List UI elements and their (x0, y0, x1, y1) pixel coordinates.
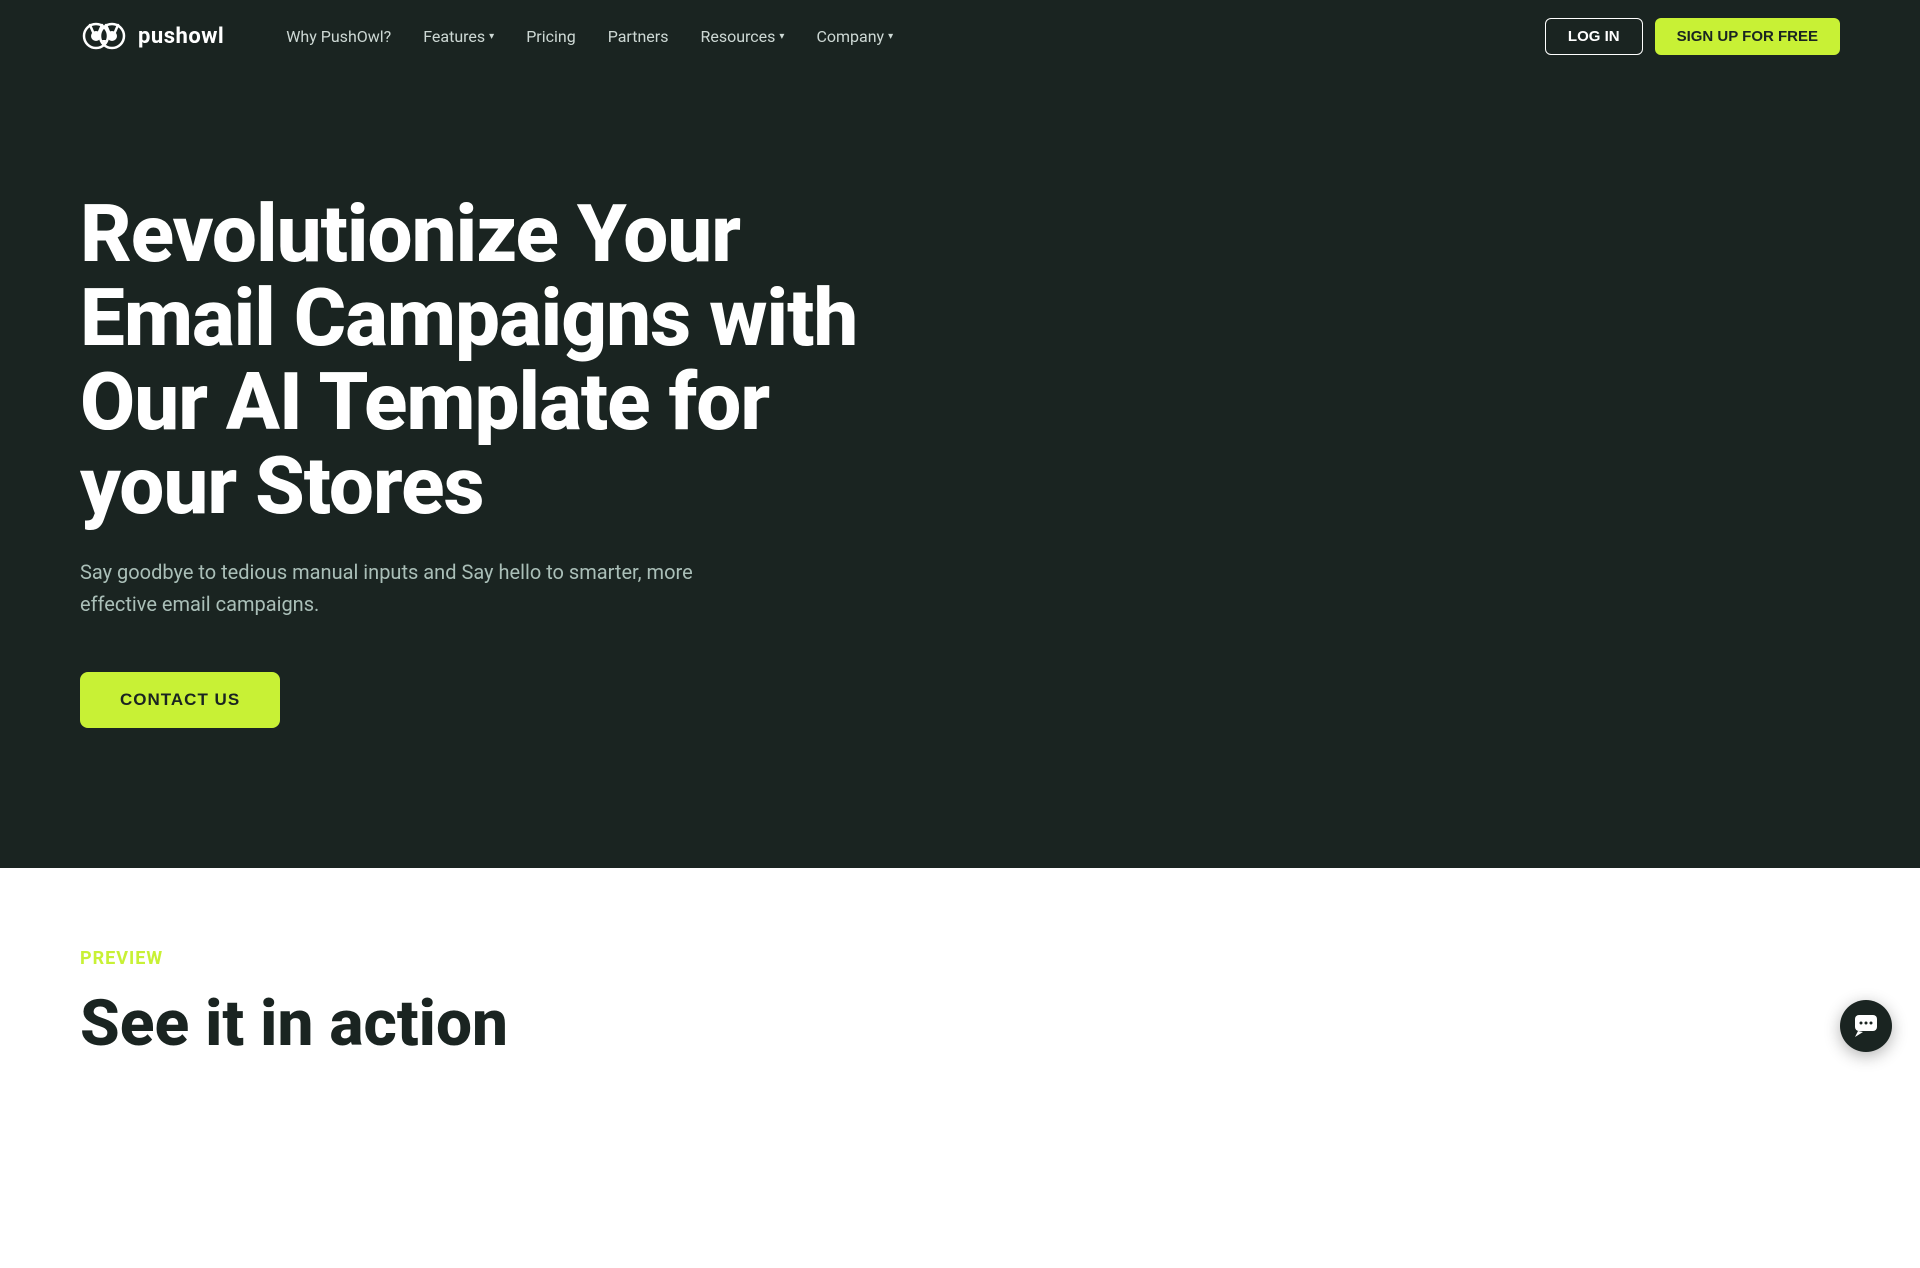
navbar-left: pushowl Why PushOwl? Features ▾ Pricing … (80, 18, 907, 54)
hero-content: Revolutionize Your Email Campaigns with … (80, 192, 900, 728)
nav-resources[interactable]: Resources ▾ (686, 19, 798, 54)
login-button[interactable]: LOG IN (1545, 18, 1643, 55)
preview-section: PREVIEW See it in action (0, 868, 1920, 1268)
logo[interactable]: pushowl (80, 18, 224, 54)
nav-links: Why PushOwl? Features ▾ Pricing Partners… (272, 19, 907, 54)
nav-company[interactable]: Company ▾ (802, 19, 907, 54)
resources-chevron-icon: ▾ (779, 31, 784, 42)
nav-partners[interactable]: Partners (594, 19, 683, 54)
signup-button[interactable]: SIGN UP FOR FREE (1655, 18, 1840, 55)
company-chevron-icon: ▾ (888, 31, 893, 42)
features-chevron-icon: ▾ (489, 31, 494, 42)
nav-pricing[interactable]: Pricing (512, 19, 590, 54)
preview-title: See it in action (80, 989, 1840, 1059)
contact-us-button[interactable]: CONTACT US (80, 672, 280, 728)
nav-why-pushowl[interactable]: Why PushOwl? (272, 19, 405, 54)
hero-section: Revolutionize Your Email Campaigns with … (0, 72, 1920, 868)
nav-features[interactable]: Features ▾ (409, 19, 508, 54)
navbar: pushowl Why PushOwl? Features ▾ Pricing … (0, 0, 1920, 72)
hero-title: Revolutionize Your Email Campaigns with … (80, 192, 900, 528)
chat-widget-button[interactable] (1840, 1000, 1892, 1052)
preview-label: PREVIEW (80, 948, 1840, 969)
pushowl-logo-icon (80, 18, 128, 54)
chat-icon (1853, 1013, 1879, 1039)
hero-subtitle: Say goodbye to tedious manual inputs and… (80, 556, 700, 620)
navbar-right: LOG IN SIGN UP FOR FREE (1545, 18, 1840, 55)
brand-name: pushowl (138, 24, 224, 49)
